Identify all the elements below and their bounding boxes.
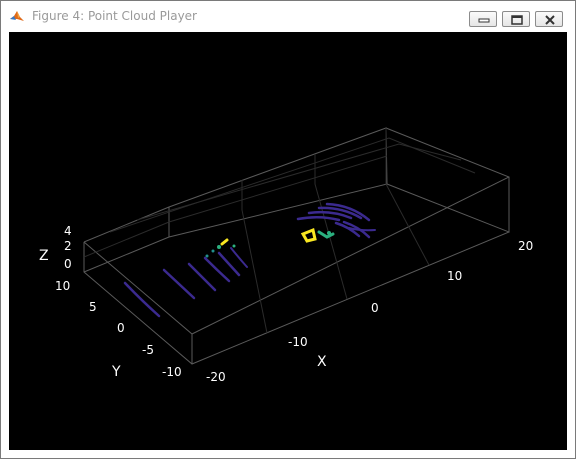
x-tick-10: 10 xyxy=(447,269,462,283)
z-axis-label: Z xyxy=(39,248,49,264)
maximize-icon xyxy=(511,15,523,25)
minimize-icon xyxy=(478,18,490,23)
y-tick-10: 10 xyxy=(55,279,70,293)
point-cloud xyxy=(123,202,376,318)
matlab-icon xyxy=(9,9,25,25)
minimize-button[interactable] xyxy=(469,11,497,27)
close-button[interactable] xyxy=(535,11,563,27)
point-cloud-axes[interactable]: 4 2 0 Z 10 5 0 -5 -10 Y -20 -10 0 10 20 … xyxy=(9,32,567,450)
y-tick-0: 0 xyxy=(117,321,125,335)
z-tick-4: 4 xyxy=(64,224,72,238)
y-tick-neg5: -5 xyxy=(142,343,154,357)
title-bar[interactable]: Figure 4: Point Cloud Player xyxy=(1,1,575,31)
y-axis-label: Y xyxy=(111,364,121,380)
z-tick-2: 2 xyxy=(64,239,72,253)
x-tick-neg20: -20 xyxy=(206,370,226,384)
x-tick-neg10: -10 xyxy=(288,335,308,349)
x-axis-label: X xyxy=(317,354,327,370)
window-title: Figure 4: Point Cloud Player xyxy=(32,9,197,23)
figure-window: Figure 4: Point Cloud Player 4 2 0 Z 10 … xyxy=(0,0,576,459)
axes-box xyxy=(83,127,510,365)
y-tick-neg10: -10 xyxy=(162,365,182,379)
z-tick-0: 0 xyxy=(64,257,72,271)
x-tick-20: 20 xyxy=(518,239,533,253)
maximize-button[interactable] xyxy=(502,11,530,27)
close-icon xyxy=(545,15,555,25)
y-tick-5: 5 xyxy=(89,300,97,314)
plot-canvas[interactable]: 4 2 0 Z 10 5 0 -5 -10 Y -20 -10 0 10 20 … xyxy=(9,32,567,450)
x-tick-0: 0 xyxy=(371,301,379,315)
